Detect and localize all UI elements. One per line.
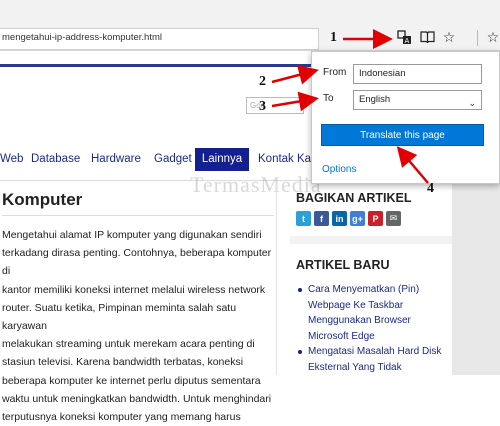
arrow-4 (396, 146, 429, 184)
arrow-3 (271, 91, 319, 112)
annotation-1: 1 (330, 30, 337, 45)
article-line: terputusnya koneksi komputer yang memang… (2, 411, 241, 424)
annotation-arrows (271, 29, 429, 184)
article-line: waktu untuk meningkatkan bandwidth. Untu… (2, 392, 272, 405)
annotation-3: 3 (259, 99, 266, 114)
annotation-2: 2 (259, 74, 266, 89)
annotation-4: 4 (427, 181, 434, 196)
arrow-2 (271, 65, 319, 85)
